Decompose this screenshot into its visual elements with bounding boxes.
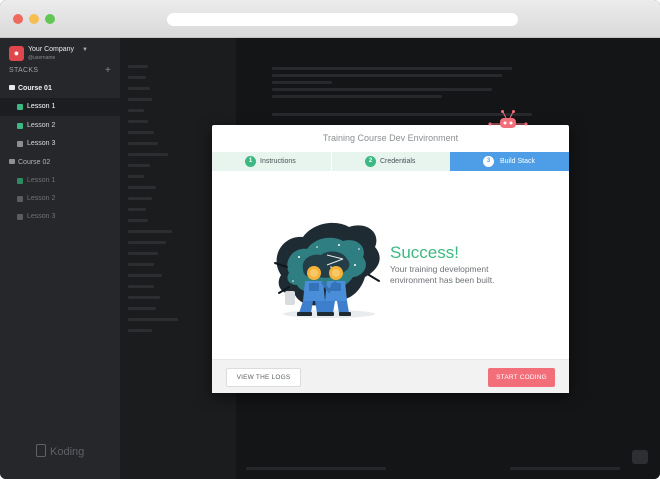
astronauts-illustration	[269, 217, 387, 321]
view-logs-button[interactable]: VIEW THE LOGS	[226, 368, 301, 387]
add-stack-icon[interactable]: +	[105, 65, 111, 76]
stack-icon	[9, 159, 15, 164]
course-01[interactable]: Course 01	[9, 85, 52, 92]
square-icon	[17, 214, 23, 220]
chat-icon[interactable]	[632, 450, 648, 464]
address-bar[interactable]	[167, 13, 518, 26]
square-icon	[17, 141, 23, 147]
step-number: 3	[483, 156, 494, 167]
wizard-steps: 1 Instructions 2 Credentials 3 Build Sta…	[212, 152, 569, 171]
square-icon	[17, 196, 23, 202]
tab-credentials[interactable]: 2 Credentials	[331, 152, 450, 171]
sidebar-item-course01-lesson1[interactable]: Lesson 1	[0, 98, 120, 116]
robot-mascot-icon	[486, 109, 530, 131]
success-message: Your training development environment ha…	[390, 264, 495, 285]
lesson-label: Lesson 2	[27, 195, 56, 202]
stack-icon	[9, 85, 15, 90]
course-label: Course 02	[18, 159, 51, 166]
lesson-label: Lesson 2	[27, 122, 56, 129]
lesson-label: Lesson 3	[27, 213, 56, 220]
tab-instructions[interactable]: 1 Instructions	[212, 152, 331, 171]
dev-environment-modal: Training Course Dev Environment 1 Instru…	[212, 110, 569, 393]
lesson-label: Lesson 1	[27, 177, 56, 184]
tab-build-stack[interactable]: 3 Build Stack	[450, 152, 569, 171]
sidebar-item-course02-lesson3[interactable]: Lesson 3	[0, 208, 120, 226]
koding-logo-icon	[36, 444, 46, 457]
step-label: Credentials	[380, 158, 416, 165]
start-coding-button[interactable]: START CODING	[488, 368, 555, 387]
sidebar: ● Your Company ▼ @username STACKS + Cour…	[0, 38, 120, 479]
koding-logo: Koding	[36, 444, 84, 462]
lesson-label: Lesson 1	[27, 103, 56, 110]
sidebar-item-course02-lesson1[interactable]: Lesson 1	[0, 172, 120, 190]
lesson-label: Lesson 3	[27, 140, 56, 147]
stacks-label: STACKS	[9, 67, 39, 74]
team-switcher[interactable]: ● Your Company ▼ @username	[9, 44, 119, 62]
success-title: Success!	[390, 243, 459, 262]
company-logo-icon: ●	[9, 46, 24, 61]
close-window-button[interactable]	[13, 14, 23, 24]
maximize-window-button[interactable]	[45, 14, 55, 24]
minimize-window-button[interactable]	[29, 14, 39, 24]
browser-titlebar	[0, 0, 660, 38]
brand-label: Koding	[50, 446, 85, 458]
course-02[interactable]: Course 02	[9, 159, 50, 166]
step-label: Instructions	[260, 158, 296, 165]
square-icon	[17, 178, 23, 184]
square-icon	[17, 123, 23, 129]
app-window: ● Your Company ▼ @username STACKS + Cour…	[0, 0, 660, 479]
modal-footer: VIEW THE LOGS START CODING	[212, 359, 569, 393]
sidebar-item-course01-lesson3[interactable]: Lesson 3	[0, 135, 120, 153]
sidebar-item-course01-lesson2[interactable]: Lesson 2	[0, 117, 120, 135]
modal-title: Training Course Dev Environment	[322, 133, 459, 143]
course-label: Course 01	[18, 85, 52, 92]
team-username: @username	[28, 55, 56, 61]
team-name: Your Company	[28, 46, 75, 53]
step-label: Build Stack	[500, 158, 536, 165]
chevron-down-icon: ▼	[82, 47, 88, 53]
step-number: 1	[245, 156, 256, 167]
sidebar-item-course02-lesson2[interactable]: Lesson 2	[0, 190, 120, 208]
square-icon	[17, 104, 23, 110]
step-number: 2	[365, 156, 376, 167]
